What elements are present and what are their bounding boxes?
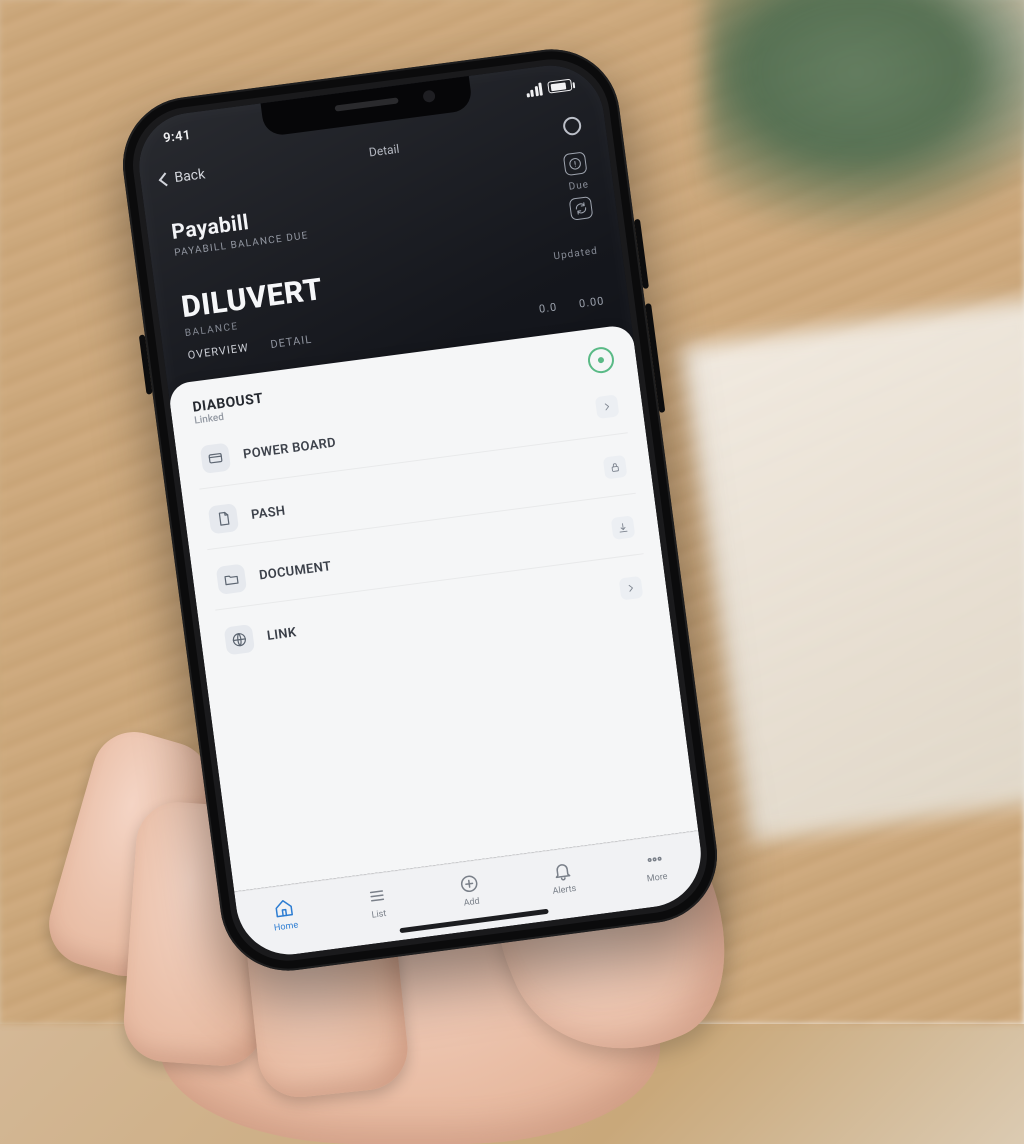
home-icon [270,895,297,922]
meta-updated: Updated [553,246,598,263]
list-item-label: PASH [250,503,286,522]
nav-title: Detail [368,142,400,160]
tab-detail[interactable]: DETAIL [270,333,313,351]
sheet: DIABOUST Linked POWER BOARD [168,324,699,892]
call-icon[interactable] [559,113,584,138]
tab-list[interactable]: List [363,883,391,922]
back-label: Back [174,166,207,186]
tab-label: Add [463,897,480,909]
tab-more[interactable]: More [641,846,669,885]
tab-alerts[interactable]: Alerts [549,858,577,897]
status-time: 9:41 [162,127,192,146]
amount: 0.00 [578,294,605,310]
tab-label: More [646,872,668,885]
plus-icon [456,870,483,897]
chevron-right-icon [619,576,644,601]
document-icon [208,503,239,534]
dots-icon [641,846,668,873]
battery-icon [547,79,572,94]
tab-overview[interactable]: OVERVIEW [187,341,250,362]
download-icon [611,515,636,540]
card-icon [200,443,231,474]
tab-label: Alerts [552,884,577,897]
globe-icon [224,624,255,655]
list-icon [363,883,390,910]
bell-icon [549,858,576,885]
tab-home[interactable]: Home [270,895,299,934]
chevron-left-icon [159,172,173,186]
tab-add[interactable]: Add [456,870,484,909]
lock-icon [603,455,628,480]
list-item-label: DOCUMENT [258,559,332,583]
signal-icon [525,82,543,97]
info-icon[interactable] [563,151,588,176]
section-badge: Due [568,179,590,193]
folder-icon [216,563,247,594]
refresh-icon[interactable] [569,196,594,221]
chevron-right-icon [595,394,620,419]
tab-label: List [371,909,387,921]
tabs-value: 0.0 [538,300,558,315]
list-item-label: LINK [266,625,297,644]
list-item-label: POWER BOARD [242,435,336,462]
status-ring-icon[interactable] [586,345,615,374]
tab-label: Home [274,920,299,933]
back-button[interactable]: Back [160,166,206,188]
